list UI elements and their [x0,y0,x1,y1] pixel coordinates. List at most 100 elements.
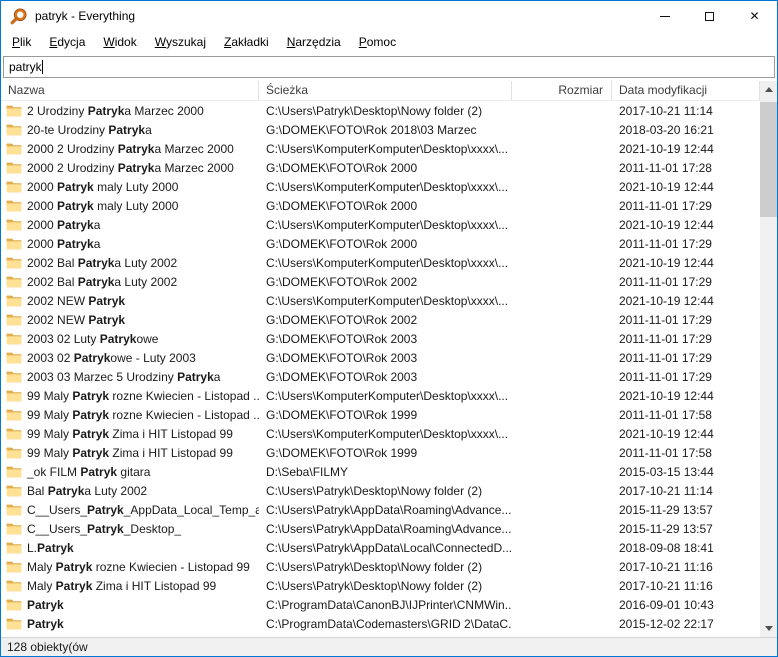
table-row[interactable]: 2003 02 Luty Patrykowe G:\DOMEK\FOTO\Rok… [1,329,760,348]
path-cell: C:\Users\Patryk\Desktop\Nowy folder (2) [266,483,483,498]
table-row[interactable]: 2003 03 Marzec 5 Urodziny Patryka G:\DOM… [1,367,760,386]
name-cell: 2000 Patryka [1,237,259,251]
file-name: 2002 Bal Patryka Luty 2002 [27,255,178,270]
file-name: 2000 Patryka [27,217,101,232]
table-row[interactable]: Maly Patryk rozne Kwiecien - Listopad 99… [1,557,760,576]
search-bar [1,53,777,81]
name-cell: C__Users_Patryk_AppData_Local_Temp_ac... [1,503,259,517]
menu-item-edycja[interactable]: Edycja [40,33,94,51]
table-row[interactable]: Bal Patryka Luty 2002 C:\Users\Patryk\De… [1,481,760,500]
name-cell: _ok FILM Patryk gitara [1,465,259,479]
search-input[interactable] [3,56,775,78]
table-row[interactable]: 2 Urodziny Patryka Marzec 2000 C:\Users\… [1,101,760,120]
table-row[interactable]: 2002 Bal Patryka Luty 2002 C:\Users\Komp… [1,253,760,272]
date-cell: 2011-11-01 17:28 [619,160,712,175]
results-list: 2 Urodziny Patryka Marzec 2000 C:\Users\… [1,101,760,637]
file-name: 99 Maly Patryk Zima i HIT Listopad 99 [27,445,233,460]
path-cell: C:\Users\Patryk\AppData\Roaming\Advance.… [266,502,512,517]
path-cell: G:\DOMEK\FOTO\Rok 1999 [266,407,418,422]
folder-icon [6,143,22,155]
file-name: Patryk [27,597,64,612]
menu-item-plik[interactable]: Plik [3,33,40,51]
table-row[interactable]: 2000 2 Urodziny Patryka Marzec 2000 C:\U… [1,139,760,158]
path-cell: C:\Users\KomputerKomputer\Desktop\xxxx\.… [266,179,509,194]
path-cell: G:\DOMEK\FOTO\Rok 1999 [266,445,418,460]
name-cell: Maly Patryk Zima i HIT Listopad 99 [1,579,259,593]
menubar: Plik Edycja Widok Wyszukaj Zakładki Narz… [1,31,777,53]
date-cell: 2017-10-21 11:16 [619,578,713,593]
name-cell: Bal Patryka Luty 2002 [1,484,259,498]
menu-item-zak-adki[interactable]: Zakładki [215,33,278,51]
table-row[interactable]: 99 Maly Patryk Zima i HIT Listopad 99 C:… [1,424,760,443]
column-header-path[interactable]: Ścieżka [259,81,512,100]
table-row[interactable]: 2000 Patryka G:\DOMEK\FOTO\Rok 2000 2011… [1,234,760,253]
table-row[interactable]: 2002 Bal Patryka Luty 2002 G:\DOMEK\FOTO… [1,272,760,291]
folder-icon [6,447,22,459]
column-header-date-modified[interactable]: Data modyfikacji [612,81,760,100]
table-row[interactable]: 2000 Patryk maly Luty 2000 G:\DOMEK\FOTO… [1,196,760,215]
maximize-icon [705,11,714,21]
name-cell: 99 Maly Patryk rozne Kwiecien - Listopad… [1,389,259,403]
path-cell: G:\DOMEK\FOTO\Rok 2002 [266,312,418,327]
name-cell: Maly Patryk rozne Kwiecien - Listopad 99 [1,560,259,574]
file-name: 99 Maly Patryk rozne Kwiecien - Listopad… [27,407,259,422]
folder-icon [6,580,22,592]
path-cell: G:\DOMEK\FOTO\Rok 2002 [266,274,418,289]
table-row[interactable]: Patryk C:\ProgramData\Codemasters\GRID 2… [1,614,760,633]
table-row[interactable]: 2002 NEW Patryk C:\Users\KomputerKompute… [1,291,760,310]
app-logo-magnifier-icon [10,8,27,25]
file-name: 20-te Urodziny Patryka [27,122,152,137]
file-name: _ok FILM Patryk gitara [27,464,151,479]
path-cell: D:\Seba\FILMY [266,464,349,479]
menu-item-pomoc[interactable]: Pomoc [350,33,405,51]
table-row[interactable]: C__Users_Patryk_AppData_Local_Temp_ac...… [1,500,760,519]
maximize-button[interactable] [687,1,732,31]
scroll-down-button[interactable] [760,620,777,637]
table-row[interactable]: 20-te Urodziny Patryka G:\DOMEK\FOTO\Rok… [1,120,760,139]
table-row[interactable]: L.Patryk C:\Users\Patryk\AppData\Local\C… [1,538,760,557]
scrollbar-thumb[interactable] [760,102,777,217]
column-header-name[interactable]: Nazwa [1,81,259,100]
date-cell: 2021-10-19 12:44 [619,293,714,308]
table-row[interactable]: 2000 2 Urodziny Patryka Marzec 2000 G:\D… [1,158,760,177]
folder-icon [6,162,22,174]
table-row[interactable]: 2002 NEW Patryk G:\DOMEK\FOTO\Rok 2002 2… [1,310,760,329]
name-cell: C__Users_Patryk_Desktop_ [1,522,259,536]
text-caret [42,60,43,74]
file-name: 2000 2 Urodziny Patryka Marzec 2000 [27,160,234,175]
file-name: 2003 03 Marzec 5 Urodziny Patryka [27,369,221,384]
name-cell: Patryk [1,617,259,631]
name-cell: 2002 Bal Patryka Luty 2002 [1,275,259,289]
vertical-scrollbar[interactable] [760,81,777,637]
menu-item-label: Narzędzia [286,35,341,49]
name-cell: 20-te Urodziny Patryka [1,123,259,137]
table-row[interactable]: _ok FILM Patryk gitara D:\Seba\FILMY 201… [1,462,760,481]
table-row[interactable]: Maly Patryk Zima i HIT Listopad 99 C:\Us… [1,576,760,595]
name-cell: 2000 2 Urodziny Patryka Marzec 2000 [1,142,259,156]
table-row[interactable]: C__Users_Patryk_Desktop_ C:\Users\Patryk… [1,519,760,538]
column-header-size[interactable]: Rozmiar [512,81,612,100]
name-cell: 99 Maly Patryk Zima i HIT Listopad 99 [1,427,259,441]
table-row[interactable]: 2000 Patryk maly Luty 2000 C:\Users\Komp… [1,177,760,196]
folder-icon [6,390,22,402]
folder-icon [6,200,22,212]
table-row[interactable]: 99 Maly Patryk rozne Kwiecien - Listopad… [1,386,760,405]
date-cell: 2011-11-01 17:29 [619,331,712,346]
table-row[interactable]: 2000 Patryka C:\Users\KomputerKomputer\D… [1,215,760,234]
name-cell: 2003 02 Luty Patrykowe [1,332,259,346]
name-cell: 99 Maly Patryk Zima i HIT Listopad 99 [1,446,259,460]
table-row[interactable]: 2003 02 Patrykowe - Luty 2003 G:\DOMEK\F… [1,348,760,367]
date-cell: 2021-10-19 12:44 [619,388,714,403]
table-row[interactable]: 99 Maly Patryk Zima i HIT Listopad 99 G:… [1,443,760,462]
scroll-up-button[interactable] [760,81,777,98]
table-row[interactable]: 99 Maly Patryk rozne Kwiecien - Listopad… [1,405,760,424]
table-row[interactable]: Patryk C:\ProgramData\CanonBJ\IJPrinter\… [1,595,760,614]
name-cell: 2002 Bal Patryka Luty 2002 [1,256,259,270]
date-cell: 2015-03-15 13:44 [619,464,714,479]
status-bar: 128 obiekty(ów [1,637,777,656]
menu-item-narz-dzia[interactable]: Narzędzia [278,33,350,51]
close-button[interactable]: ✕ [732,1,777,31]
menu-item-widok[interactable]: Widok [94,33,145,51]
minimize-button[interactable] [642,1,687,31]
menu-item-wyszukaj[interactable]: Wyszukaj [146,33,215,51]
